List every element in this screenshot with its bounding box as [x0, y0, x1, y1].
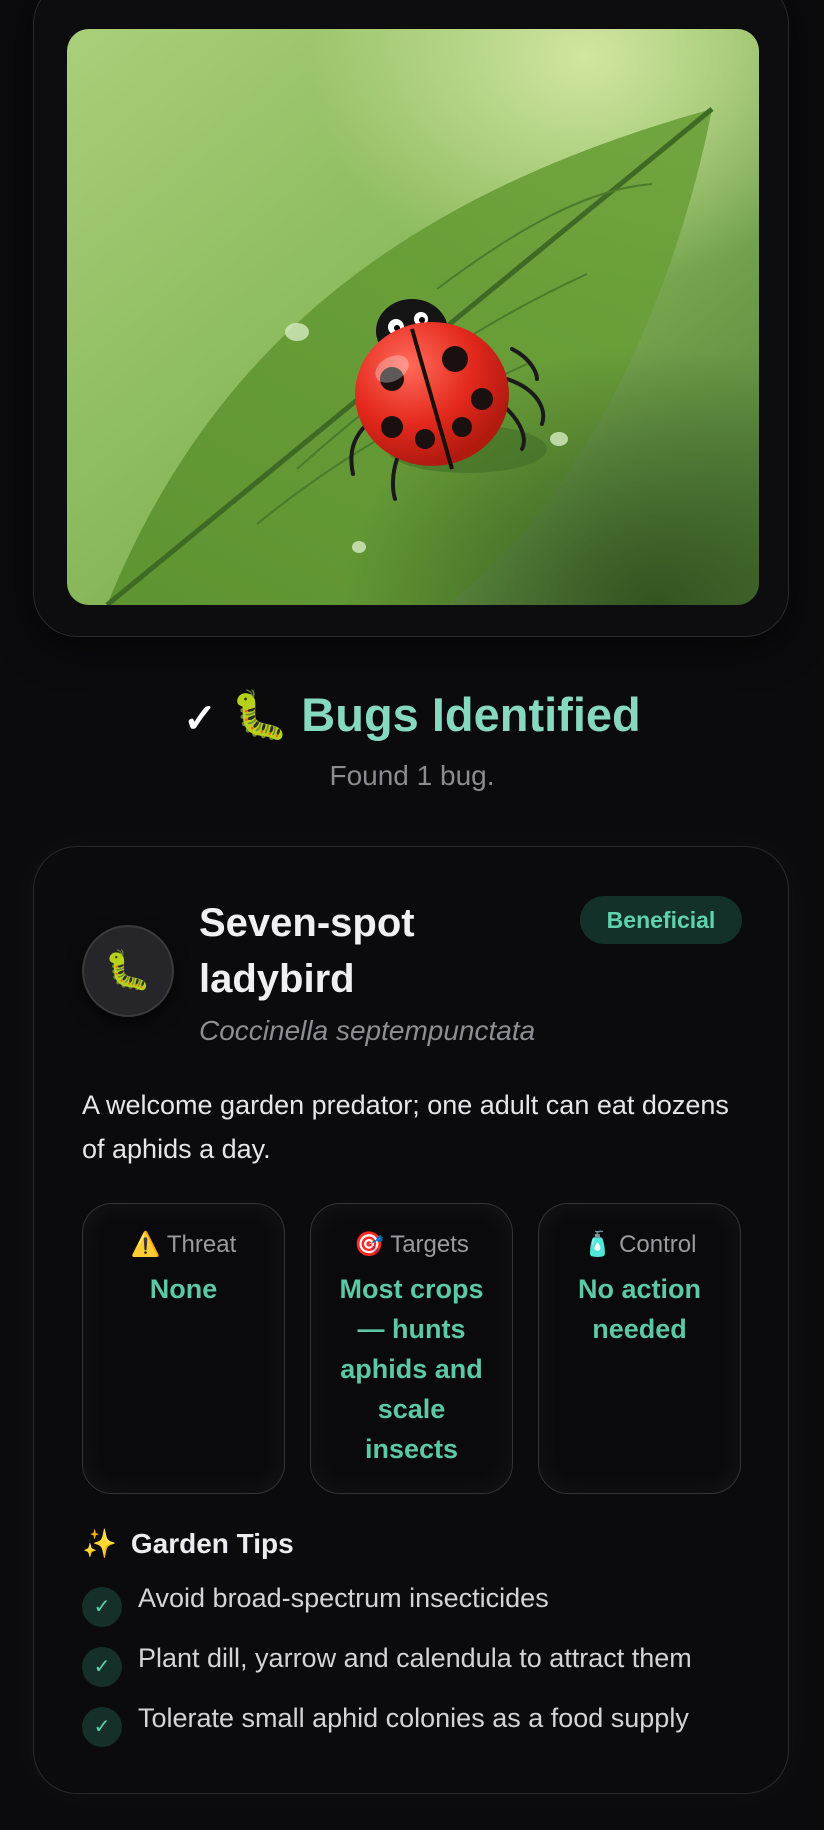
- check-icon: ✓: [82, 1707, 122, 1747]
- tip-text: Plant dill, yarrow and calendula to attr…: [138, 1643, 692, 1673]
- warning-icon: ⚠️: [130, 1231, 161, 1258]
- stat-targets: 🎯 Targets Most crops — hunts aphids and …: [310, 1203, 513, 1494]
- photo-card: [33, 0, 789, 637]
- caterpillar-icon: 🐛: [104, 950, 152, 992]
- status-badge: Beneficial: [580, 896, 742, 944]
- title-text: Bugs Identified: [301, 688, 641, 741]
- page-title: ✓ 🐛 Bugs Identified: [0, 683, 824, 751]
- garden-tips-heading: ✨ Garden Tips: [82, 1528, 294, 1559]
- ladybird-on-leaf-image: [67, 29, 759, 605]
- stat-label: 🧴 Control: [582, 1231, 697, 1258]
- stat-label: 🎯 Targets: [354, 1231, 469, 1258]
- tip-text: Tolerate small aphid colonies as a food …: [138, 1703, 689, 1733]
- stat-value: None: [149, 1274, 218, 1304]
- stat-threat: ⚠️ Threat None: [82, 1203, 285, 1494]
- tip-item: ✓ Plant dill, yarrow and calendula to at…: [82, 1643, 782, 1687]
- stat-value: No action needed: [577, 1274, 701, 1344]
- bug-common-name: Seven-spot ladybird: [199, 901, 415, 1001]
- sparkles-icon: ✨: [82, 1528, 117, 1559]
- bug-card[interactable]: 🐛 Seven-spot ladybird Coccinella septemp…: [33, 846, 789, 1794]
- stat-label: ⚠️ Threat: [130, 1231, 237, 1258]
- spray-bottle-icon: 🧴: [582, 1231, 613, 1258]
- stat-value: Most crops — hunts aphids and scale inse…: [339, 1274, 484, 1464]
- stat-control: 🧴 Control No action needed: [538, 1203, 741, 1494]
- check-icon: ✓: [82, 1587, 122, 1627]
- tip-item: ✓ Avoid broad-spectrum insecticides: [82, 1583, 782, 1627]
- tip-text: Avoid broad-spectrum insecticides: [138, 1583, 549, 1613]
- caterpillar-icon: 🐛: [230, 688, 290, 741]
- check-icon: ✓: [183, 696, 217, 741]
- target-icon: 🎯: [354, 1231, 384, 1258]
- check-icon: ✓: [82, 1647, 122, 1687]
- bug-description: A welcome garden predator; one adult can…: [82, 1090, 729, 1164]
- bug-avatar: 🐛: [82, 925, 174, 1017]
- tip-item: ✓ Tolerate small aphid colonies as a foo…: [82, 1703, 782, 1747]
- bug-scientific-name: Coccinella septempunctata: [199, 1015, 536, 1046]
- result-summary: Found 1 bug.: [329, 760, 495, 791]
- bug-photo[interactable]: [67, 29, 759, 605]
